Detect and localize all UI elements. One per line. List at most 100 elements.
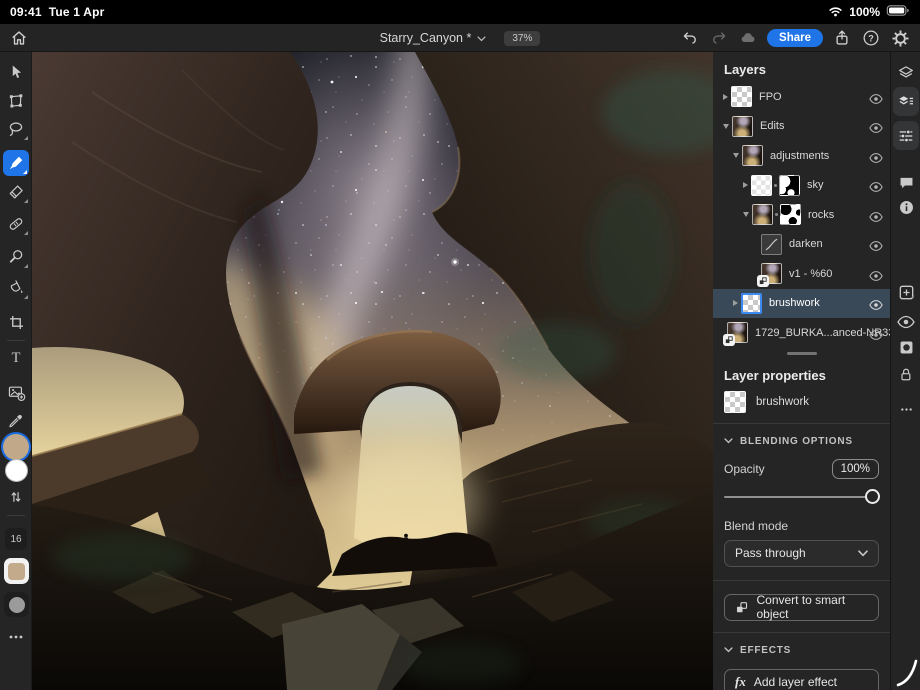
brush-size-indicator[interactable]: 16 [5, 528, 27, 550]
redo-button[interactable] [709, 28, 729, 48]
lasso-tool[interactable] [6, 119, 26, 139]
layers-panel: Layers FPO Edits adjustments [713, 52, 890, 690]
layer-mask-thumbnail[interactable] [780, 204, 801, 225]
undo-button[interactable] [680, 28, 700, 48]
help-icon[interactable]: ? [861, 28, 881, 48]
disclosure-expanded-icon[interactable] [723, 124, 729, 129]
battery-percent: 100% [849, 5, 880, 19]
clone-stamp-tool[interactable] [6, 247, 26, 267]
properties-sliders-icon[interactable] [896, 126, 916, 146]
rail-more-options-icon[interactable] [896, 399, 916, 419]
brush-tool[interactable] [3, 150, 29, 176]
date: Tue 1 Apr [49, 5, 105, 19]
layer-row-adjustments[interactable]: adjustments [713, 141, 890, 171]
layer-thumbnail[interactable] [731, 86, 752, 107]
comments-icon[interactable] [896, 172, 916, 192]
export-icon[interactable] [832, 28, 852, 48]
toolbar-divider [7, 515, 25, 516]
place-image-tool[interactable] [6, 382, 26, 402]
layer-thumbnail[interactable] [742, 145, 763, 166]
layer-thumbnail[interactable] [741, 293, 762, 314]
add-layer-icon[interactable] [896, 282, 916, 302]
layer-thumbnail[interactable] [752, 204, 773, 225]
layer-thumbnail[interactable] [751, 175, 772, 196]
convert-to-smart-object-button[interactable]: Convert to smart object [724, 594, 879, 621]
layer-row-sky[interactable]: sky [713, 171, 890, 201]
layer-row-1729[interactable]: 1729_BURKA...anced-NR33 [713, 318, 890, 348]
slider-track[interactable] [724, 496, 879, 498]
visibility-eye-icon[interactable] [869, 209, 883, 220]
lock-icon[interactable] [896, 364, 916, 384]
eraser-tool[interactable] [6, 182, 26, 202]
fx-icon: fx [735, 674, 746, 690]
panel-resize-handle[interactable] [713, 348, 890, 360]
blend-mode-dropdown[interactable]: Pass through [724, 540, 879, 567]
opacity-slider[interactable] [724, 489, 879, 504]
disclosure-expanded-icon[interactable] [743, 212, 749, 217]
swap-colors-icon[interactable] [6, 487, 26, 507]
layer-row-fpo[interactable]: FPO [713, 82, 890, 112]
layer-name: adjustments [770, 150, 829, 162]
layer-row-v1[interactable]: v1 - %60 [713, 259, 890, 289]
move-tool[interactable] [6, 62, 26, 82]
layer-stack-icon[interactable] [896, 63, 916, 83]
zoom-level-badge[interactable]: 37% [504, 31, 540, 46]
visibility-eye-icon[interactable] [869, 239, 883, 250]
document-title[interactable]: Starry_Canyon * [380, 31, 472, 45]
visibility-eye-icon[interactable] [869, 91, 883, 102]
layer-mask-thumbnail[interactable] [779, 175, 800, 196]
add-layer-effect-button[interactable]: fx Add layer effect [724, 669, 879, 690]
layer-row-edits[interactable]: Edits [713, 112, 890, 142]
brush-opacity-swatch[interactable] [4, 592, 29, 617]
opacity-value-box[interactable]: 100% [832, 459, 879, 479]
disclosure-collapsed-icon[interactable] [723, 94, 728, 100]
slider-knob[interactable] [865, 489, 880, 504]
visibility-eye-icon[interactable] [869, 121, 883, 132]
layer-row-darken[interactable]: darken [713, 230, 890, 260]
background-color-chip[interactable] [5, 459, 28, 482]
header-bar: Starry_Canyon * 37% Share ? [0, 24, 920, 52]
transform-tool[interactable] [6, 91, 26, 111]
visibility-eye-icon[interactable] [869, 180, 883, 191]
canvas-document[interactable] [32, 52, 713, 690]
eyedropper-tool[interactable] [6, 411, 26, 431]
effects-header[interactable]: EFFECTS [724, 645, 879, 656]
visibility-eye-icon[interactable] [896, 312, 916, 332]
fill-tool[interactable] [6, 278, 26, 298]
chevron-down-icon [724, 647, 733, 653]
divider [713, 423, 890, 424]
visibility-eye-icon[interactable] [869, 298, 883, 309]
disclosure-expanded-icon[interactable] [733, 153, 739, 158]
layer-row-brushwork-selected[interactable]: brushwork [713, 289, 890, 319]
adjustment-curve-thumbnail[interactable] [761, 234, 782, 255]
layer-name: brushwork [769, 297, 820, 309]
visibility-eye-icon[interactable] [869, 150, 883, 161]
settings-gear-icon[interactable] [890, 28, 910, 48]
healing-brush-tool[interactable] [6, 214, 26, 234]
visibility-eye-icon[interactable] [869, 327, 883, 338]
smart-object-thumbnail[interactable] [761, 263, 782, 284]
disclosure-collapsed-icon[interactable] [733, 300, 738, 306]
wifi-icon [828, 5, 843, 20]
divider [713, 632, 890, 633]
layers-panel-icon[interactable] [896, 92, 916, 112]
mask-icon[interactable] [896, 337, 916, 357]
disclosure-collapsed-icon[interactable] [743, 182, 748, 188]
info-icon[interactable] [896, 197, 916, 217]
visibility-eye-icon[interactable] [869, 268, 883, 279]
cloud-sync-icon[interactable] [738, 28, 758, 48]
layer-thumbnail[interactable] [732, 116, 753, 137]
photoshop-ipad-app: 09:41 Tue 1 Apr 100% Starry_Canyon * 37%… [0, 0, 920, 690]
crop-tool[interactable] [6, 312, 26, 332]
toolbar-more-options-icon[interactable] [6, 627, 26, 647]
chevron-down-icon[interactable] [477, 29, 486, 47]
layer-row-rocks[interactable]: rocks [713, 200, 890, 230]
type-tool[interactable]: T [6, 347, 26, 367]
blending-options-header[interactable]: BLENDING OPTIONS [724, 436, 879, 447]
smart-object-thumbnail[interactable] [727, 322, 748, 343]
share-button[interactable]: Share [767, 29, 823, 47]
brush-color-swatch[interactable] [4, 558, 29, 584]
tool-bar: T 16 [0, 52, 32, 690]
foreground-color-chip[interactable] [3, 434, 29, 460]
layer-name: FPO [759, 91, 782, 103]
